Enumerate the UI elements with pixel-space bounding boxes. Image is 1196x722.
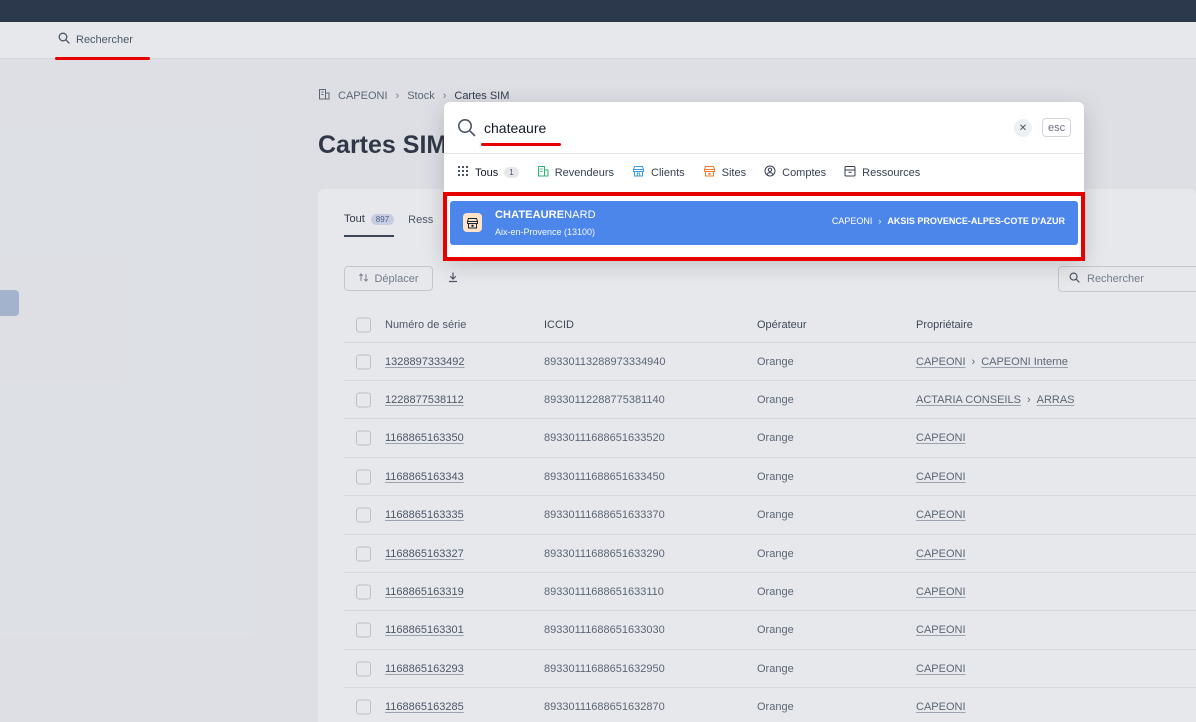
site-icon [703, 165, 716, 180]
filter-label: Tous [475, 166, 499, 179]
result-path: CAPEONI › AKSIS PROVENCE-ALPES-COTE D'AZ… [832, 216, 1065, 226]
user-circle-icon [764, 165, 776, 180]
search-dialog-input-row: ✕ esc [444, 102, 1084, 154]
result-name: CHATEAURENARD [495, 209, 596, 221]
result-path-child: AKSIS PROVENCE-ALPES-COTE D'AZUR [887, 216, 1065, 226]
clear-search-button[interactable]: ✕ [1014, 119, 1032, 137]
grid-icon [457, 165, 469, 180]
filter-accounts[interactable]: Comptes [764, 165, 826, 180]
filter-all[interactable]: Tous 1 [457, 165, 519, 180]
search-dialog-input[interactable] [484, 118, 1004, 138]
search-icon [457, 118, 476, 142]
search-filter-bar: Tous 1 Revendeurs Clients Sites Comptes … [457, 165, 920, 180]
filter-label: Clients [651, 166, 685, 179]
chevron-right-icon: › [878, 216, 882, 226]
site-icon [463, 213, 482, 232]
store-icon [632, 165, 645, 180]
search-result-item[interactable]: CHATEAURENARD Aix-en-Provence (13100) CA… [450, 201, 1078, 245]
result-subtitle: Aix-en-Provence (13100) [495, 227, 596, 237]
filter-clients[interactable]: Clients [632, 165, 685, 180]
filter-label: Sites [721, 166, 747, 179]
esc-button[interactable]: esc [1042, 118, 1072, 137]
result-name-rest: NARD [564, 209, 596, 221]
filter-label: Revendeurs [554, 166, 615, 179]
filter-resellers[interactable]: Revendeurs [537, 165, 614, 180]
close-icon: ✕ [1018, 122, 1028, 134]
result-path-parent: CAPEONI [831, 216, 873, 226]
count-badge: 1 [504, 167, 519, 178]
filter-sites[interactable]: Sites [703, 165, 746, 180]
search-dialog: ✕ esc Tous 1 Revendeurs Clients [444, 102, 1084, 258]
annotation-underline [55, 57, 150, 60]
filter-resources[interactable]: Ressources [844, 165, 920, 180]
annotation-underline [481, 143, 561, 146]
building-icon [537, 165, 549, 180]
box-icon [844, 165, 856, 180]
filter-label: Comptes [782, 166, 827, 179]
result-name-match: CHATEAURE [495, 209, 565, 221]
filter-label: Ressources [862, 166, 921, 179]
